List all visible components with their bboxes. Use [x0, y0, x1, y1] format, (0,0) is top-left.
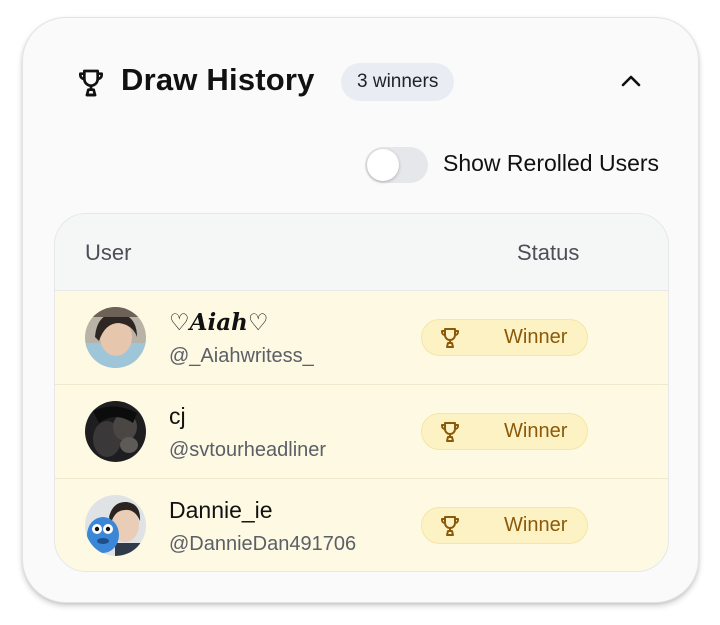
status-label: Winner: [504, 326, 568, 348]
table-row[interactable]: cj @svtourheadliner Winner: [55, 385, 668, 479]
trophy-icon: [438, 514, 462, 538]
avatar: [85, 495, 146, 556]
status-badge: Winner: [421, 413, 588, 450]
user-display-name: ♡𝑨𝒊𝒂𝒉♡: [169, 309, 269, 336]
avatar: [85, 307, 146, 368]
table-row[interactable]: ♡𝑨𝒊𝒂𝒉♡ @_Aiahwritess_ Winner: [55, 291, 668, 385]
user-display-name: cj: [169, 403, 186, 429]
switch-knob: [367, 149, 399, 181]
column-header-user: User: [85, 240, 132, 265]
status-badge: Winner: [421, 319, 588, 356]
user-handle: @svtourheadliner: [169, 439, 327, 461]
status-badge: Winner: [421, 507, 588, 544]
trophy-icon: [75, 67, 107, 99]
collapse-button[interactable]: [611, 63, 651, 103]
table-row[interactable]: Dannie_ie @DannieDan491706 Winner: [55, 479, 668, 571]
card-header: Draw History 3 winners: [23, 18, 698, 148]
user-display-name: Dannie_ie: [169, 497, 273, 523]
show-rerolled-label: Show Rerolled Users: [443, 150, 660, 176]
status-label: Winner: [504, 420, 568, 442]
show-rerolled-switch[interactable]: [365, 147, 428, 183]
table-header: User Status: [55, 214, 668, 291]
page-title: Draw History: [121, 62, 315, 97]
winners-count-badge: 3 winners: [341, 63, 455, 101]
trophy-icon: [438, 420, 462, 444]
column-header-status: Status: [517, 240, 580, 265]
rerolled-toggle-row: Show Rerolled Users: [23, 142, 698, 188]
chevron-up-icon: [620, 74, 642, 93]
winners-table: User Status ♡𝑨𝒊𝒂𝒉♡ @_Aiahwritess_ Winner…: [54, 213, 669, 572]
draw-history-card: Draw History 3 winners Show Rerolled Use…: [22, 17, 699, 603]
user-handle: @_Aiahwritess_: [169, 345, 314, 367]
user-handle: @DannieDan491706: [169, 533, 357, 555]
status-label: Winner: [504, 514, 568, 536]
avatar: [85, 401, 146, 462]
trophy-icon: [438, 326, 462, 350]
